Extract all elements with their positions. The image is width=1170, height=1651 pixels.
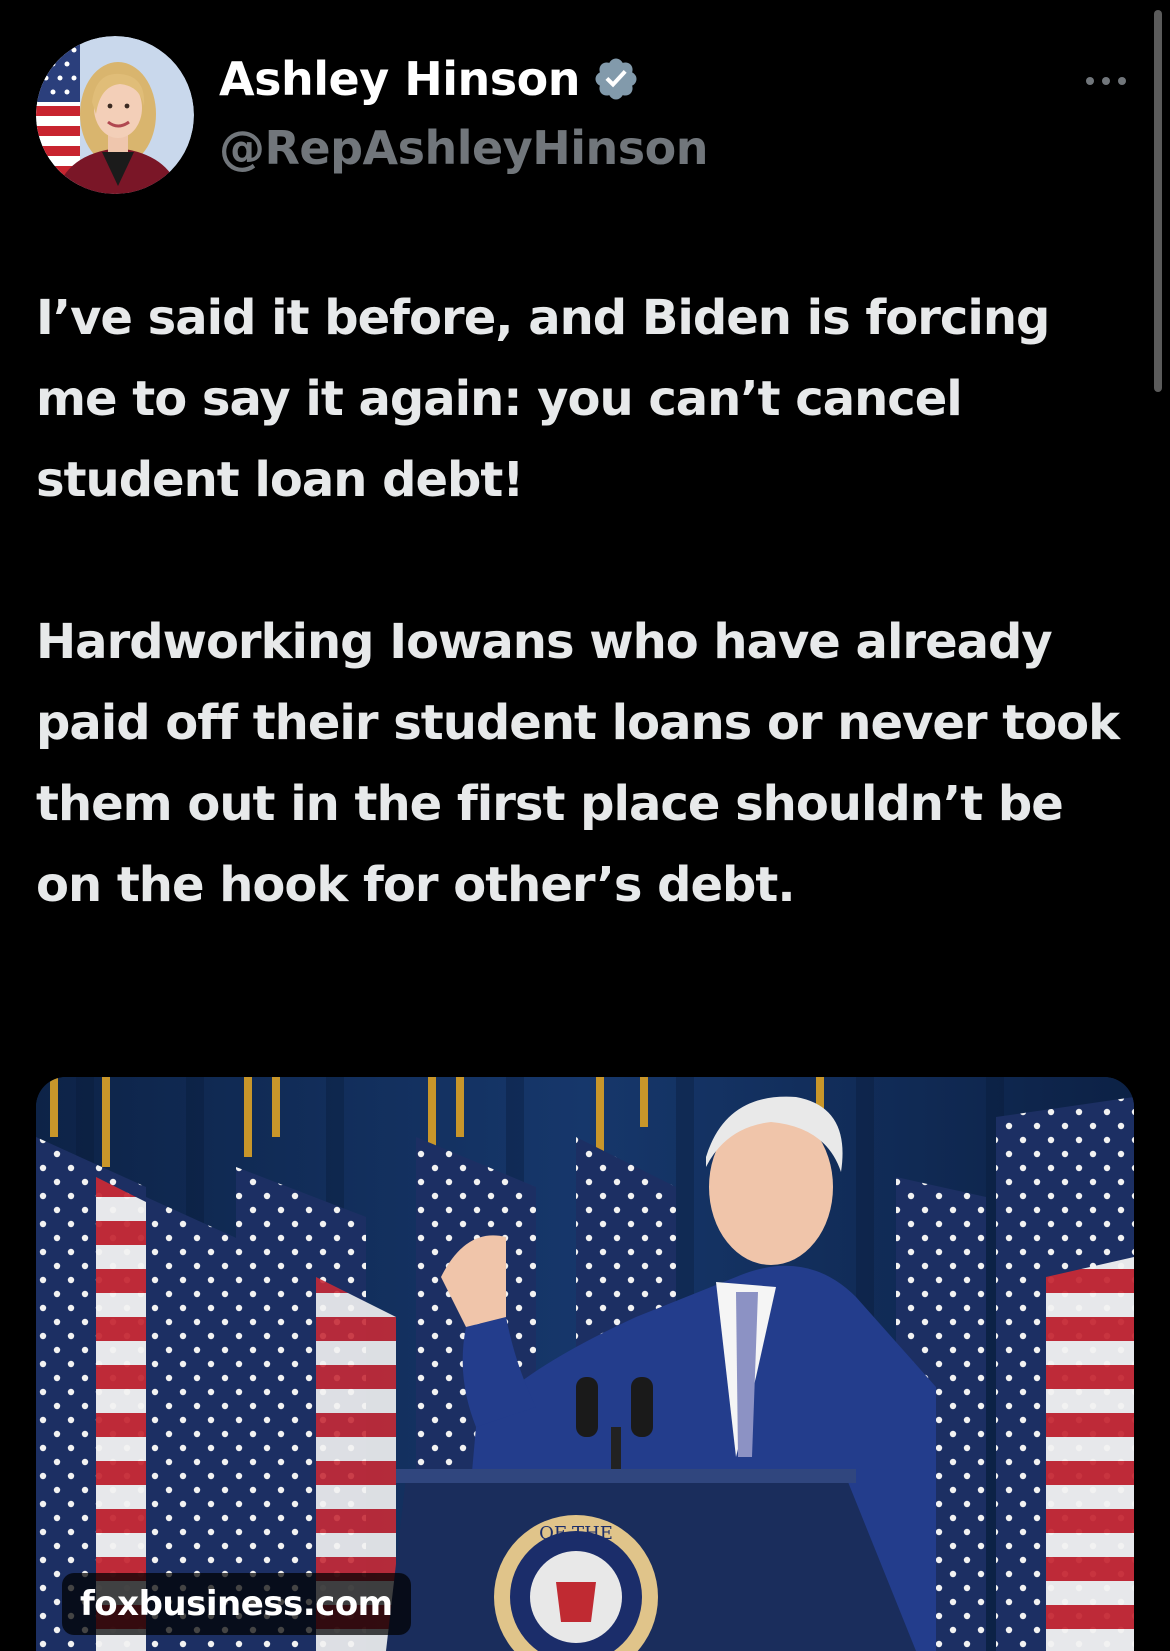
verified-badge-icon[interactable]: [592, 55, 640, 103]
tweet-text: I’ve said it before, and Biden is forcin…: [36, 278, 1136, 926]
tweet-media-image[interactable]: OF THE foxbusiness.com: [36, 1077, 1134, 1651]
tweet-card: Ashley Hinson @RepAshleyHinson I’ve said…: [0, 0, 1170, 1651]
author-handle[interactable]: @RepAshleyHinson: [219, 121, 708, 175]
more-options-button[interactable]: [1080, 66, 1132, 96]
tweet-paragraph: I’ve said it before, and Biden is forcin…: [36, 290, 1050, 508]
scrollbar-thumb[interactable]: [1154, 10, 1162, 392]
tweet-paragraph: Hardworking Iowans who have already paid…: [36, 614, 1120, 913]
seal-text: OF THE: [539, 1523, 613, 1544]
avatar[interactable]: [36, 36, 194, 194]
author-name-row[interactable]: Ashley Hinson: [219, 52, 640, 106]
press-photo: OF THE: [36, 1077, 1134, 1651]
media-source-label[interactable]: foxbusiness.com: [62, 1573, 411, 1635]
author-display-name[interactable]: Ashley Hinson: [219, 52, 580, 106]
avatar-photo: [36, 36, 194, 194]
more-options-icon: [1086, 77, 1126, 85]
